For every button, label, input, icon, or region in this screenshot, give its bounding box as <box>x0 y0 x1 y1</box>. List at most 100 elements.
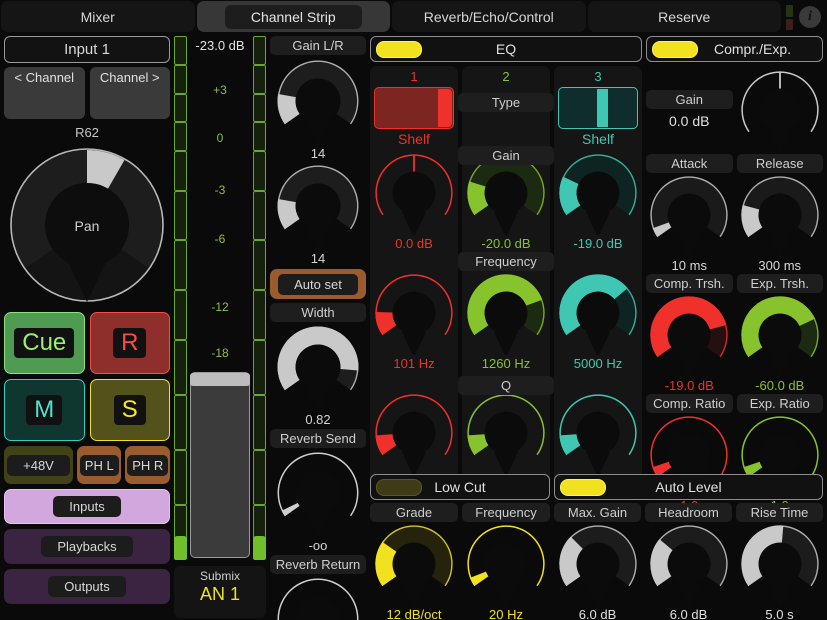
low-cut-enable-toggle[interactable] <box>376 478 422 496</box>
gain-right-value: 14 <box>310 251 326 266</box>
eq-frequency-knob[interactable] <box>372 271 456 355</box>
submix-selector[interactable]: Submix AN 1 <box>174 566 266 618</box>
tab-reserve[interactable]: Reserve <box>587 1 781 32</box>
cue-button[interactable]: Cue <box>4 312 85 374</box>
inputs-button[interactable]: Inputs <box>4 489 170 524</box>
meter-segment <box>174 449 187 505</box>
exp-threshold-knob[interactable] <box>737 293 824 377</box>
comp-threshold-label: Comp. Trsh. <box>646 274 733 293</box>
gain-left-knob[interactable] <box>270 57 366 145</box>
tab-channel-strip[interactable]: Channel Strip <box>196 1 390 32</box>
meter-segment <box>253 122 266 152</box>
mini-meter-seg <box>786 5 793 17</box>
rise-time-label: Rise Time <box>736 503 823 522</box>
phase-right-button[interactable]: PH R <box>125 446 170 484</box>
meter-lit-segment <box>174 536 187 560</box>
low-cut-header[interactable]: Low Cut <box>370 474 550 500</box>
eq-gain-value: -19.0 dB <box>573 236 623 251</box>
meter-segment <box>174 394 187 450</box>
rise-time-knob[interactable] <box>736 522 823 606</box>
next-channel-button[interactable]: Channel > <box>89 67 170 119</box>
playbacks-button[interactable]: Playbacks <box>4 529 170 564</box>
auto-set-label: Auto set <box>278 273 358 295</box>
reverb-send-knob[interactable] <box>270 449 366 537</box>
auto-level-enable-toggle[interactable] <box>560 478 606 496</box>
low-cut-grade-knob[interactable] <box>370 522 458 606</box>
prev-channel-button[interactable]: < Channel <box>4 67 85 119</box>
phase-left-button[interactable]: PH L <box>76 446 122 484</box>
tab-mixer[interactable]: Mixer <box>1 1 195 32</box>
mute-button[interactable]: M <box>4 379 85 441</box>
channel-name-button[interactable]: Input 1 <box>4 36 170 63</box>
eq-header[interactable]: EQ <box>370 36 642 62</box>
eq-frequency-value: 101 Hz <box>393 356 435 371</box>
meter-segment <box>174 93 187 123</box>
submix-label: Submix <box>199 569 240 583</box>
phase-right-label: PH R <box>127 454 169 476</box>
fader-column: -23.0 dB +30-3-6-12-18-24-30-40-50-60 Su… <box>174 36 266 618</box>
eq-frequency-knob[interactable] <box>464 271 548 355</box>
headroom-knob[interactable] <box>645 522 732 606</box>
eq-band-3: 3 Shelf -19.0 dB 5000 Hz 1.0 <box>554 66 642 495</box>
reverb-return-knob[interactable] <box>270 575 366 620</box>
outputs-label: Outputs <box>48 576 126 597</box>
level-meter-right <box>253 36 266 560</box>
release-knob[interactable] <box>737 173 824 257</box>
auto-set-button[interactable]: Auto set <box>270 269 366 299</box>
fader-handle[interactable] <box>190 373 250 386</box>
low-cut-frequency-knob[interactable] <box>462 522 550 606</box>
prev-channel-label: < Channel <box>14 70 75 85</box>
eq-q-knob[interactable] <box>556 391 640 475</box>
meter-segment <box>253 36 266 65</box>
compressor-header[interactable]: Compr./Exp. <box>646 36 823 62</box>
phantom-power-button[interactable]: +48V <box>4 446 73 484</box>
attack-knob[interactable] <box>646 173 733 257</box>
eq-q-knob[interactable] <box>464 391 548 475</box>
comp-threshold-knob[interactable] <box>646 293 733 377</box>
channel-fader[interactable] <box>190 372 250 558</box>
width-knob[interactable] <box>270 323 366 411</box>
channel-source-label: R62 <box>75 125 99 140</box>
headroom-label: Headroom <box>645 503 732 522</box>
auto-level-header[interactable]: Auto Level <box>554 474 823 500</box>
info-icon[interactable]: i <box>799 5 821 28</box>
low-cut-frequency-label: Frequency <box>462 503 550 522</box>
meter-segment <box>253 190 266 241</box>
outputs-button[interactable]: Outputs <box>4 569 170 604</box>
meter-lit-segment <box>253 536 266 560</box>
compressor-enable-toggle[interactable] <box>652 40 698 58</box>
gain-column: Gain L/R 14 14 Auto set Width 0.82 Rever… <box>270 36 366 620</box>
meter-segment <box>174 36 187 65</box>
tab-reverb-echo-control[interactable]: Reverb/Echo/Control <box>392 1 586 32</box>
max-gain-value: 6.0 dB <box>578 607 617 620</box>
channel-strip-app: Mixer Channel Strip Reverb/Echo/Control … <box>0 0 827 620</box>
eq-type-row-label: Type <box>458 93 554 112</box>
eq-band-1: 1 Shelf 0.0 dB 101 Hz 1.0 <box>370 66 458 495</box>
meter-segment <box>174 190 187 241</box>
max-gain-label: Max. Gain <box>554 503 641 522</box>
meter-segment <box>253 290 266 340</box>
eq-section: EQ 1 Shelf 0.0 dB 101 Hz 1.02 -20.0 dB 1… <box>370 36 642 495</box>
compressor-gain-value: 0.0 dB <box>669 113 710 129</box>
eq-q-knob[interactable] <box>372 391 456 475</box>
channel-name-label: Input 1 <box>64 41 110 58</box>
eq-frequency-value: 5000 Hz <box>573 356 623 371</box>
tab-channel-strip-label: Channel Strip <box>224 4 362 29</box>
gain-right-knob[interactable] <box>270 162 366 250</box>
compressor-gain-knob[interactable] <box>737 68 824 152</box>
level-meter-left <box>174 36 187 560</box>
eq-gain-knob[interactable] <box>372 151 456 235</box>
eq-type-selector[interactable] <box>556 84 640 131</box>
eq-frequency-knob[interactable] <box>556 271 640 355</box>
eq-type-selector[interactable] <box>372 84 456 131</box>
eq-gain-knob[interactable] <box>556 151 640 235</box>
eq-enable-toggle[interactable] <box>376 40 422 58</box>
eq-gain-value: 0.0 dB <box>395 236 433 251</box>
pan-knob[interactable]: Pan <box>4 142 170 308</box>
reverb-return-label: Reverb Return <box>270 555 366 574</box>
width-label: Width <box>270 303 366 322</box>
solo-button[interactable]: S <box>89 379 170 441</box>
max-gain-knob[interactable] <box>554 522 641 606</box>
compressor-gain-label: Gain <box>646 90 733 109</box>
record-button[interactable]: R <box>89 312 170 374</box>
